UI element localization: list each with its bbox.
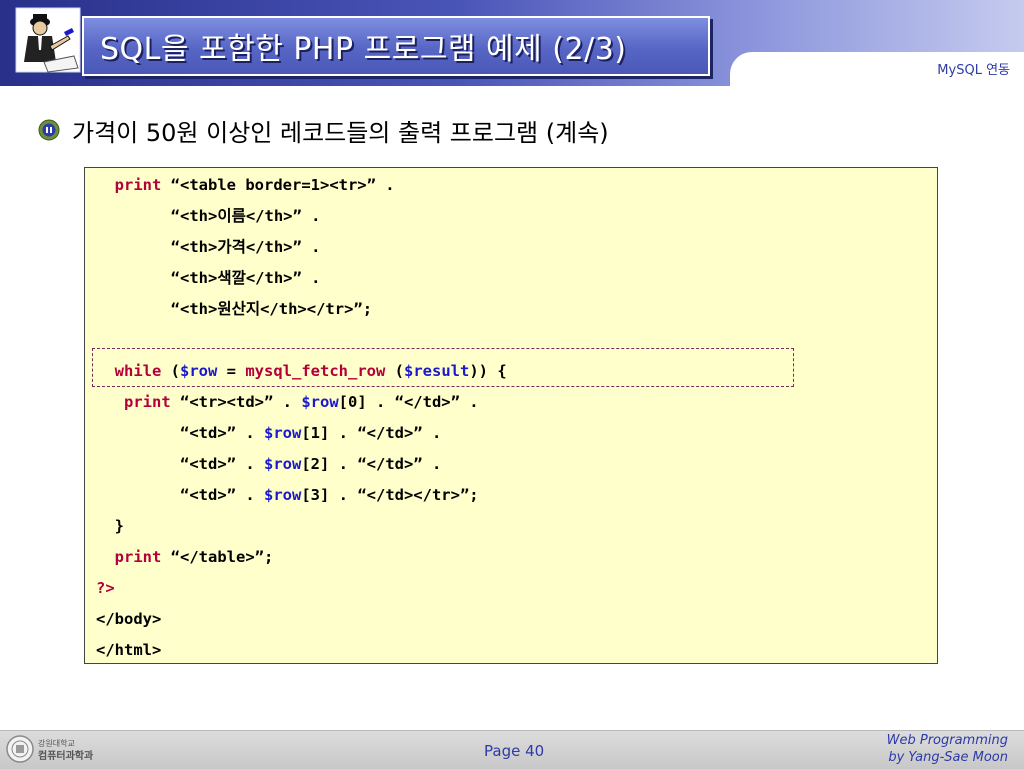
code-text: “<td>” . (180, 455, 264, 473)
logo-text-line2: 컴퓨터과학과 (38, 749, 94, 762)
emblem-bullet-icon (38, 119, 60, 141)
code-line-print-end-table: print “</table>”; (96, 547, 274, 567)
code-text: [2] . “</td>” . (301, 455, 442, 473)
code-function: mysql_fetch_row (245, 362, 386, 380)
code-variable: $row (301, 393, 339, 411)
author-credit: by Yang-Sae Moon (888, 750, 1008, 765)
code-text: “<th>이름</th>” . (170, 207, 321, 225)
code-text: </html> (96, 641, 162, 659)
code-keyword: while (114, 362, 162, 380)
code-text: [0] . “</td>” . (338, 393, 479, 411)
title-banner: SQL을 포함한 PHP 프로그램 예제 (2/3) (82, 16, 710, 76)
code-text: “<th>색깔</th>” . (170, 269, 321, 287)
code-line-html-close: </html> (96, 640, 161, 660)
code-text: </body> (96, 610, 162, 628)
university-seal-icon: 강원대학교 컴퓨터과학과 (6, 735, 94, 763)
code-text: “<th>원산지</th></tr>”; (170, 300, 373, 318)
code-text: “<tr><td>” . (170, 393, 302, 411)
code-text: = (217, 362, 246, 380)
code-variable: $row (264, 424, 302, 442)
code-line-th-name: “<th>이름</th>” . (96, 206, 321, 226)
code-text: “<td>” . (180, 424, 264, 442)
code-keyword: print (124, 393, 171, 411)
code-keyword: print (114, 548, 162, 566)
logo-text-line1: 강원대학교 (38, 738, 75, 748)
code-variable: $row (180, 362, 218, 380)
code-line-row1: “<td>” . $row[1] . “</td>” . (96, 423, 441, 443)
code-line-php-close: ?> (96, 578, 115, 598)
code-line-while: while ($row = mysql_fetch_row ($result))… (96, 361, 507, 381)
code-variable: $result (404, 362, 470, 380)
code-text: “</table>”; (161, 548, 274, 566)
code-keyword: print (114, 176, 162, 194)
code-line-th-price: “<th>가격</th>” . (96, 237, 321, 257)
code-text: “<th>가격</th>” . (170, 238, 321, 256)
code-keyword: ?> (96, 579, 115, 597)
code-text: “<td>” . (180, 486, 264, 504)
code-line-print-table: print “<table border=1><tr>” . (96, 175, 395, 195)
code-line-close-brace: } (96, 516, 124, 536)
code-line-th-color: “<th>색깔</th>” . (96, 268, 321, 288)
code-text: )) { (469, 362, 507, 380)
code-text: ( (385, 362, 404, 380)
code-line-body-close: </body> (96, 609, 161, 629)
course-title: Web Programming (886, 733, 1008, 748)
page-number: Page 40 (484, 742, 545, 760)
footer-credit: Web Programming by Yang-Sae Moon (887, 732, 1008, 766)
code-line-print-row0: print “<tr><td>” . $row[0] . “</td>” . (96, 392, 479, 412)
code-variable: $row (264, 455, 302, 473)
code-text: [3] . “</td></tr>”; (301, 486, 479, 504)
code-line-th-origin: “<th>원산지</th></tr>”; (96, 299, 372, 319)
code-text: [1] . “</td>” . (301, 424, 442, 442)
page-title: SQL을 포함한 PHP 프로그램 예제 (2/3) (100, 32, 627, 67)
code-text: “<table border=1><tr>” . (161, 176, 395, 194)
section-subtitle: MySQL 연동 (937, 63, 1010, 78)
section-heading: 가격이 50원 이상인 레코드들의 출력 프로그램 (계속) (72, 119, 609, 147)
code-line-row3: “<td>” . $row[3] . “</td></tr>”; (96, 485, 479, 505)
code-line-row2: “<td>” . $row[2] . “</td>” . (96, 454, 441, 474)
code-text: ( (161, 362, 181, 380)
code-variable: $row (264, 486, 302, 504)
code-text: } (114, 517, 125, 535)
man-with-pen-icon (15, 7, 81, 73)
